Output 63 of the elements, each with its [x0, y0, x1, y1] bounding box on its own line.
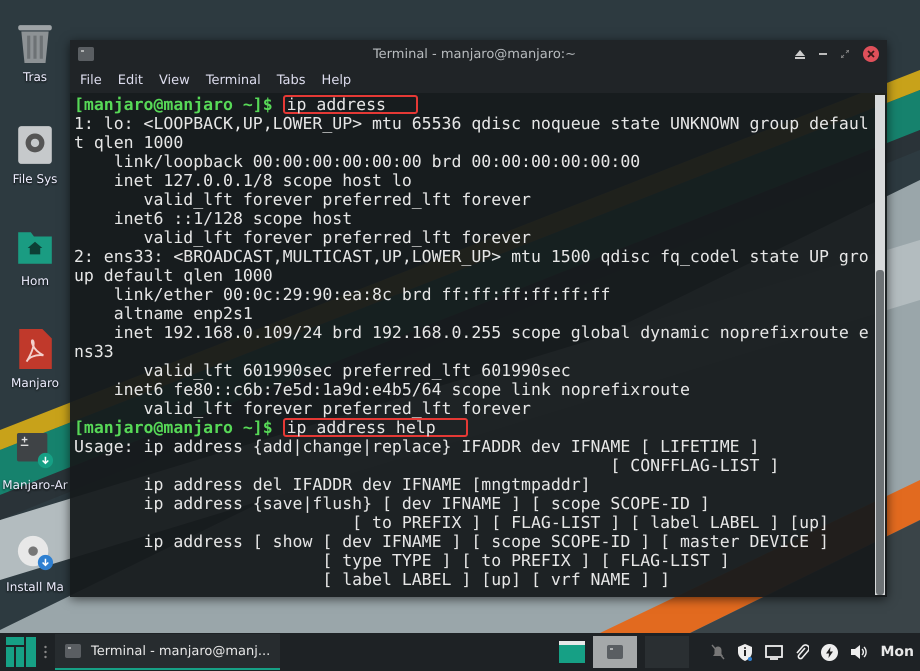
shell-prompt: [manjaro@manjaro ~]$: [74, 95, 273, 114]
shell-prompt: [manjaro@manjaro ~]$: [74, 418, 273, 437]
output-line: valid_lft forever preferred_lft forever: [142, 228, 532, 247]
eject-icon[interactable]: [795, 50, 805, 58]
desktop-icon-label[interactable]: Hom: [20, 274, 50, 288]
menu-item[interactable]: File: [80, 73, 102, 88]
output-line: ip address del IFADDR dev IFNAME [mngtmpaddr]: [142, 475, 592, 494]
scrollbar[interactable]: [875, 95, 885, 595]
output-line: valid_lft forever preferred_lft forever: [142, 190, 532, 209]
desktop-icon-label[interactable]: Tras: [22, 70, 48, 84]
paperclip-icon[interactable]: [795, 644, 810, 660]
output-line: ip address {save|flush} [ dev IFNAME ] [ scope SCOPE-ID ]: [142, 494, 711, 513]
command-text: ip address help: [282, 418, 468, 437]
output-line: ns33: [74, 342, 115, 361]
output-line: inet 127.0.0.1/8 scope host lo: [112, 171, 413, 190]
speaker-icon[interactable]: [850, 644, 868, 660]
workspace-button[interactable]: [593, 636, 638, 668]
output-line: inet6 ::1/128 scope host: [112, 209, 354, 228]
menu-item[interactable]: Tabs: [276, 73, 306, 88]
output-line: link/loopback 00:00:00:00:00:00 brd 00:00:00:00:00:00: [112, 152, 642, 171]
terminal-icon: [607, 645, 624, 659]
output-line: 1: lo: <LOOPBACK,UP,LOWER_UP> mtu 65536 qdisc noqueue state UNKNOWN group defaul: [74, 114, 870, 133]
drag-handle-icon[interactable]: [44, 645, 47, 659]
output-line: t qlen 1000: [74, 133, 184, 152]
desktop-icon-label[interactable]: Manjaro: [10, 376, 59, 390]
command-text: ip address: [282, 95, 418, 114]
drive-icon: [16, 124, 54, 166]
taskbar-task[interactable]: Terminal - manjaro@manj...: [55, 634, 280, 670]
clock[interactable]: Mon: [880, 644, 914, 660]
lightning-icon[interactable]: [821, 644, 838, 660]
maximize-icon[interactable]: [841, 50, 849, 58]
bell-off-icon[interactable]: [711, 644, 726, 660]
output-line: up default qlen 1000: [74, 266, 274, 285]
desktop-icon-label[interactable]: Install Ma: [6, 580, 64, 594]
output-line: inet 192.168.0.109/24 brd 192.168.0.255 scope global dynamic noprefixroute e: [112, 323, 870, 342]
terminal-icon: [65, 644, 81, 658]
output-line: valid_lft forever preferred_lft forever: [142, 399, 532, 418]
desktop-icon-label[interactable]: Manjaro-Ar: [2, 478, 68, 492]
output-line: inet6 fe80::c6b:7e5d:1a9d:e4b5/64 scope link noprefixroute: [112, 380, 691, 399]
menu-logo-icon[interactable]: [6, 637, 36, 667]
window-title: Terminal - manjaro@manjaro:~: [372, 46, 578, 62]
desktop-icon[interactable]: [559, 641, 586, 663]
monitor-icon[interactable]: [765, 644, 784, 660]
close-icon[interactable]: [863, 46, 879, 62]
output-line: [ CONFFLAG-LIST ]: [609, 456, 780, 475]
menu-item[interactable]: Edit: [118, 73, 143, 88]
output-line: [ to PREFIX ] [ FLAG-LIST ] [ label LABEL ] [up]: [351, 513, 830, 532]
output-line: [ type TYPE ] [ to PREFIX ] [ FLAG-LIST ]: [321, 551, 731, 570]
shield-icon[interactable]: [737, 644, 754, 660]
output-line: valid_lft 601990sec preferred_lft 601990sec: [142, 361, 572, 380]
output-line: link/ether 00:0c:29:90:ea:8c brd ff:ff:ff:ff:ff:ff: [112, 285, 612, 304]
desktop-icon-label[interactable]: File Sys: [12, 172, 58, 186]
menu-item[interactable]: Help: [322, 73, 352, 88]
output-line: altname enp2s1: [112, 304, 254, 323]
output-line: ip address [ show [ dev IFNAME ] [ scope SCOPE-ID ] [ master DEVICE ]: [142, 532, 830, 551]
output-line: Usage: ip address {add|change|replace} IFADDR dev IFNAME [ LIFETIME ]: [74, 437, 760, 456]
menu-item[interactable]: View: [158, 73, 190, 88]
output-line: 2: ens33: <BROADCAST,MULTICAST,UP,LOWER_UP> mtu 1500 qdisc fq_codel state UP gro: [74, 247, 870, 266]
scrollbar-thumb[interactable]: [876, 270, 884, 595]
menu-item[interactable]: Terminal: [206, 73, 261, 88]
output-line: [ label LABEL ] [up] [ vrf NAME ] ]: [321, 570, 672, 589]
trash-icon: [16, 22, 54, 64]
window-icon: [78, 47, 94, 61]
